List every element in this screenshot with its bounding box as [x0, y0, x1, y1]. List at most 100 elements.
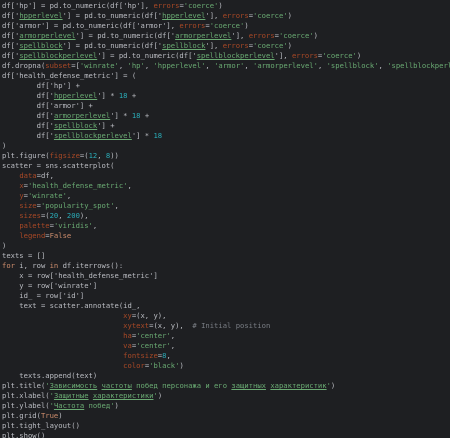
code-token: armorperlevel [19, 31, 76, 40]
code-token: for [2, 261, 15, 270]
code-token: sizes [19, 211, 41, 220]
code-editor[interactable]: df['hp'] = pd.to_numeric(df['hp'], error… [0, 0, 450, 438]
code-token: plt.tight_layout() [2, 421, 80, 430]
code-token: df.dropna( [2, 61, 46, 70]
code-token: fontsize [123, 351, 158, 360]
code-token: legend [19, 231, 46, 240]
code-token: df[' [2, 121, 54, 130]
code-token: ) [313, 31, 318, 40]
code-token: 'black' [149, 361, 180, 370]
code-token: spellblockperlevel [196, 51, 275, 60]
code-token: 18 [153, 131, 163, 140]
code-token: id_ = row['id'] [2, 291, 85, 300]
code-token: armorperlevel [53, 111, 111, 120]
code-token: , [170, 341, 176, 350]
code-token: , [166, 351, 171, 360]
code-token: hpperlevel [162, 11, 206, 20]
code-token: 'spellblockperlevel' [387, 61, 450, 70]
code-token: =df, [36, 171, 54, 180]
code-token: errors [222, 11, 249, 20]
code-token: побед' [84, 401, 115, 410]
code-token: 'armor' [214, 61, 245, 70]
code-token: scatter = sns.scatterplot( [2, 161, 115, 170]
code-token: '] = pd.to_numeric(df[' [62, 11, 163, 20]
code-line: legend=False [2, 230, 71, 241]
code-token: 'coerce' [278, 31, 314, 40]
code-token: color [123, 361, 145, 370]
code-token: защитных [231, 381, 266, 390]
code-token: , [114, 201, 119, 210]
code-token: 20 [49, 211, 59, 220]
code-token: 'hpperlevel' [153, 61, 206, 70]
code-token: 'popularity_spot' [40, 201, 115, 210]
code-token: ) [2, 141, 7, 150]
code-token: ) [330, 381, 336, 390]
code-token: text = scatter.annotate(id_, [2, 301, 141, 310]
code-token: ) [58, 411, 63, 420]
code-token: in [49, 261, 59, 270]
code-token: ) [244, 21, 249, 30]
code-token: =(x, y), [131, 311, 167, 320]
code-token: df['hp'] + [2, 81, 80, 90]
code-token: errors [153, 1, 180, 10]
code-token: df[' [2, 41, 20, 50]
code-token: 'winrate' [27, 191, 67, 200]
code-token: df['health_defense_metric'] = ( [2, 71, 137, 80]
code-token: , [378, 61, 388, 70]
code-token: '], [205, 11, 223, 20]
code-token: hpperlevel [19, 11, 63, 20]
code-token: Зависимость [49, 381, 98, 390]
code-token: texts.append(text) [2, 371, 98, 380]
code-token: 200 [66, 211, 80, 220]
code-token: xytext [123, 321, 150, 330]
code-token: df['armor'] = pd.to_numeric(df['armor'], [2, 21, 180, 30]
code-token: armorperlevel [175, 31, 232, 40]
code-token: , [66, 191, 72, 200]
code-token: errors [291, 51, 318, 60]
code-token: 'coerce' [253, 41, 288, 50]
code-token: 'spellblock' [326, 61, 379, 70]
code-token: =( [40, 211, 50, 220]
code-token: df['armor'] + [2, 101, 93, 110]
code-token: # Initial position [183, 321, 271, 330]
code-token: + [140, 111, 150, 120]
code-token: plt.title( [2, 381, 46, 390]
code-token: )) [110, 151, 119, 160]
code-token: , [244, 61, 254, 70]
code-token: , [118, 61, 128, 70]
code-token: 18 [131, 111, 141, 120]
code-token: ) [2, 241, 7, 250]
code-token: subset [45, 61, 72, 70]
code-token: figsize [49, 151, 80, 160]
code-token: , [170, 331, 176, 340]
code-token: Частота [53, 401, 85, 410]
code-token: ) [179, 361, 184, 370]
code-token: побед персонажа и его [131, 381, 232, 390]
code-token: df.iterrows(): [58, 261, 124, 270]
code-token: size [19, 201, 37, 210]
code-token: plt.figure( [2, 151, 50, 160]
code-token: , [92, 221, 98, 230]
code-token: , [127, 181, 132, 190]
code-token: texts = [] [2, 251, 46, 260]
code-token: 'center' [136, 331, 171, 340]
code-token: ) [287, 41, 292, 50]
code-token: 18 [118, 91, 128, 100]
code-token: характеристик [270, 381, 327, 390]
code-token: '], [205, 41, 223, 50]
code-token: 'coerce' [253, 11, 288, 20]
code-token: plt.ylabel( [2, 401, 50, 410]
code-token: , [97, 151, 106, 160]
code-token: , [58, 211, 67, 220]
code-token: ) [218, 1, 223, 10]
code-token: x = row['health_defense_metric'] [2, 271, 158, 280]
code-token: 'viridis' [53, 221, 93, 230]
code-token: plt.grid( [2, 411, 41, 420]
